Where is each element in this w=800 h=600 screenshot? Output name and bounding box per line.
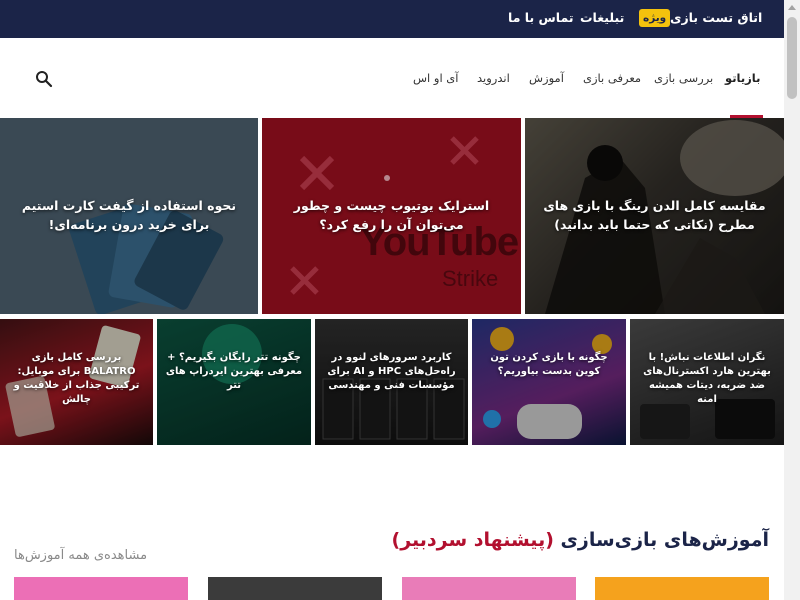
featured-tile-steam-gift[interactable]: نحوه استفاده از گیفت کارت استیم برای خری… [0, 118, 258, 314]
topbar-link-ads[interactable]: تبلیغات [580, 10, 624, 25]
section-title: آموزش‌های بازی‌سازی (پیشنهاد سردبیر) [392, 529, 769, 551]
tutorial-card[interactable] [208, 577, 382, 600]
featured-title: مقایسه کامل الدن رینگ با بازی های مطرح (… [543, 198, 766, 232]
nav-item-tutorial[interactable]: آموزش [529, 71, 564, 85]
search-icon[interactable] [35, 70, 53, 88]
section-title-main: آموزش‌های بازی‌سازی [560, 529, 769, 551]
featured-title: استرایک یوتیوب چیست و چطور می‌توان آن را… [293, 198, 490, 232]
secondary-tile-external-hdd[interactable]: نگران اطلاعات نباش! با بهترین هارد اکستر… [630, 319, 784, 445]
nav-item-review[interactable]: بررسی بازی [654, 71, 713, 85]
scrollbar[interactable] [784, 0, 800, 600]
main-nav: بازیاتو بررسی بازی معرفی بازی آموزش اندر… [0, 38, 784, 118]
section-title-accent: (پیشنهاد سردبیر) [391, 529, 554, 551]
secondary-title: بررسی کامل بازی BALATRO برای موبایل: ترک… [13, 352, 140, 405]
tutorial-card[interactable] [595, 577, 769, 600]
topbar-link-gaming-room[interactable]: اتاق تست بازی [670, 10, 762, 25]
secondary-tile-ton[interactable]: چگونه با بازی کردن تون کوین بدست بیاوریم… [472, 319, 626, 445]
secondary-tile-balatro[interactable]: بررسی کامل بازی BALATRO برای موبایل: ترک… [0, 319, 153, 445]
top-bar: اتاق تست بازی ویژه تبلیغات تماس با ما [0, 0, 784, 38]
nav-item-intro[interactable]: معرفی بازی [583, 71, 641, 85]
featured-tile-youtube-strike[interactable]: YouTube Strike استرایک یوتیوب چیست و چطو… [262, 118, 521, 314]
nav-item-bazyato[interactable]: بازیاتو [725, 71, 760, 85]
nav-item-ios[interactable]: آی او اس [413, 71, 459, 85]
scroll-up-icon[interactable] [788, 5, 796, 10]
scrollbar-thumb[interactable] [787, 17, 797, 99]
featured-title: نحوه استفاده از گیفت کارت استیم برای خری… [21, 198, 237, 232]
featured-tile-elden-ring[interactable]: مقایسه کامل الدن رینگ با بازی های مطرح (… [525, 118, 784, 314]
secondary-title: چگونه تتر رایگان بگیریم؟ + معرفی بهترین … [165, 352, 303, 391]
secondary-tile-lenovo[interactable]: کاربرد سرورهای لنوو در راه‌حل‌های HPC و … [315, 319, 468, 445]
tutorial-card[interactable] [14, 577, 188, 600]
secondary-title: کاربرد سرورهای لنوو در راه‌حل‌های HPC و … [327, 352, 456, 391]
secondary-title: چگونه با بازی کردن تون کوین بدست بیاوریم… [490, 352, 608, 377]
tutorial-card[interactable] [402, 577, 576, 600]
see-all-link[interactable]: مشاهده‌ی همه آموزش‌ها [14, 548, 147, 563]
special-badge: ویژه [639, 9, 671, 27]
secondary-title: نگران اطلاعات نباش! با بهترین هارد اکستر… [643, 352, 771, 405]
topbar-link-contact[interactable]: تماس با ما [508, 10, 574, 25]
nav-item-android[interactable]: اندروید [477, 71, 510, 85]
secondary-tile-tether[interactable]: چگونه تتر رایگان بگیریم؟ + معرفی بهترین … [157, 319, 311, 445]
